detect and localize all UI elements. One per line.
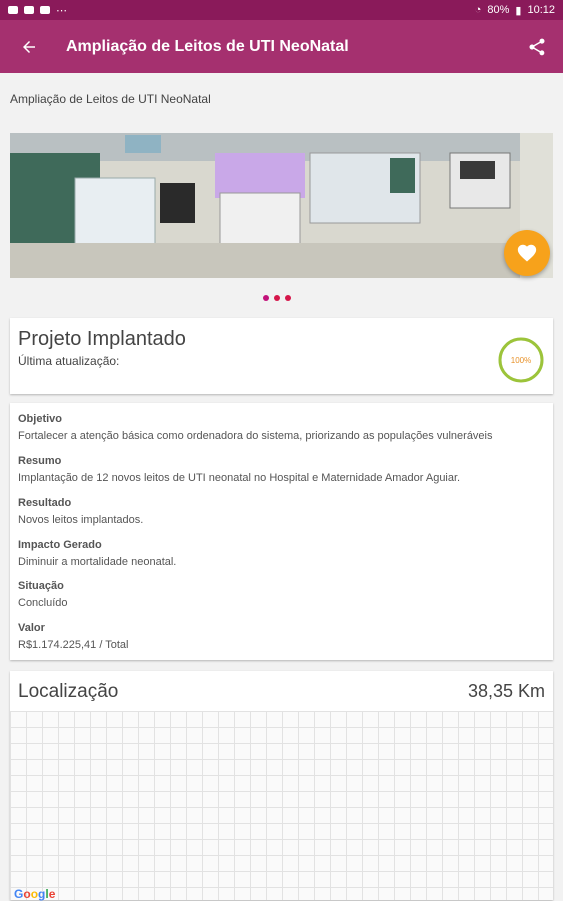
detail-impacto: Impacto Gerado Diminuir a mortalidade ne… [18,539,176,568]
carousel-dot[interactable] [263,295,269,301]
carousel-indicator [263,295,291,301]
detail-value: Novos leitos implantados. [18,514,144,526]
google-logo: Google [14,887,56,901]
detail-value: Diminuir a mortalidade neonatal. [18,556,177,568]
detail-value: Fortalecer a atenção básica como ordenad… [18,430,493,442]
clock: 10:12 [527,4,555,16]
carousel-dot[interactable] [285,295,291,301]
detail-resumo: Resumo Implantação de 12 novos leitos de… [18,455,460,484]
status-bar: ⋯ ◔ 80% ▮ 10:12 [0,0,563,20]
location-card: Localização 38,35 Km Google [10,671,553,901]
favorite-button[interactable] [504,230,550,276]
content: Ampliação de Leitos de UTI NeoNatal Proj… [0,73,563,901]
notification-icon [40,6,50,14]
detail-label: Situação [18,580,64,592]
progress-ring: 100% [498,337,544,383]
notification-icon [24,6,34,14]
detail-valor: Valor R$1.174.225,41 / Total [18,622,129,651]
detail-label: Resultado [18,497,72,509]
detail-label: Objetivo [18,413,63,425]
detail-value: Implantação de 12 novos leitos de UTI ne… [18,472,461,484]
battery-icon: ▮ [515,4,522,17]
detail-resultado: Resultado Novos leitos implantados. [18,497,143,526]
project-subtitle: Ampliação de Leitos de UTI NeoNatal [10,92,211,106]
notification-icon [8,6,18,14]
heart-icon [517,244,537,262]
arrow-back-icon[interactable] [20,38,42,56]
detail-label: Resumo [18,455,62,467]
project-status-card: Projeto Implantado Última atualização: 1… [10,318,553,394]
project-photo-carousel[interactable] [10,133,553,278]
progress-text: 100% [511,356,531,365]
nicu-photo [10,133,553,278]
project-details-card: Objetivo Fortalecer a atenção básica com… [10,403,553,660]
detail-value: Concluído [18,597,68,609]
detail-value: R$1.174.225,41 / Total [18,639,129,651]
location-title: Localização [18,681,119,702]
wifi-icon: ◔ [474,4,482,16]
detail-objetivo: Objetivo Fortalecer a atenção básica com… [18,413,493,442]
last-updated-label: Última atualização: [18,354,120,368]
detail-label: Impacto Gerado [18,539,102,551]
share-icon[interactable] [527,37,547,57]
app-bar: Ampliação de Leitos de UTI NeoNatal [0,20,563,73]
location-distance: 38,35 Km [467,681,545,701]
carousel-dot[interactable] [274,295,280,301]
status-title: Projeto Implantado [18,328,186,350]
more-notifications-icon: ⋯ [56,4,67,17]
detail-situacao: Situação Concluído [18,580,68,609]
detail-label: Valor [18,622,45,634]
location-map[interactable]: Google [10,711,553,901]
battery-text: 80% [487,4,510,16]
page-title: Ampliação de Leitos de UTI NeoNatal [66,37,349,55]
